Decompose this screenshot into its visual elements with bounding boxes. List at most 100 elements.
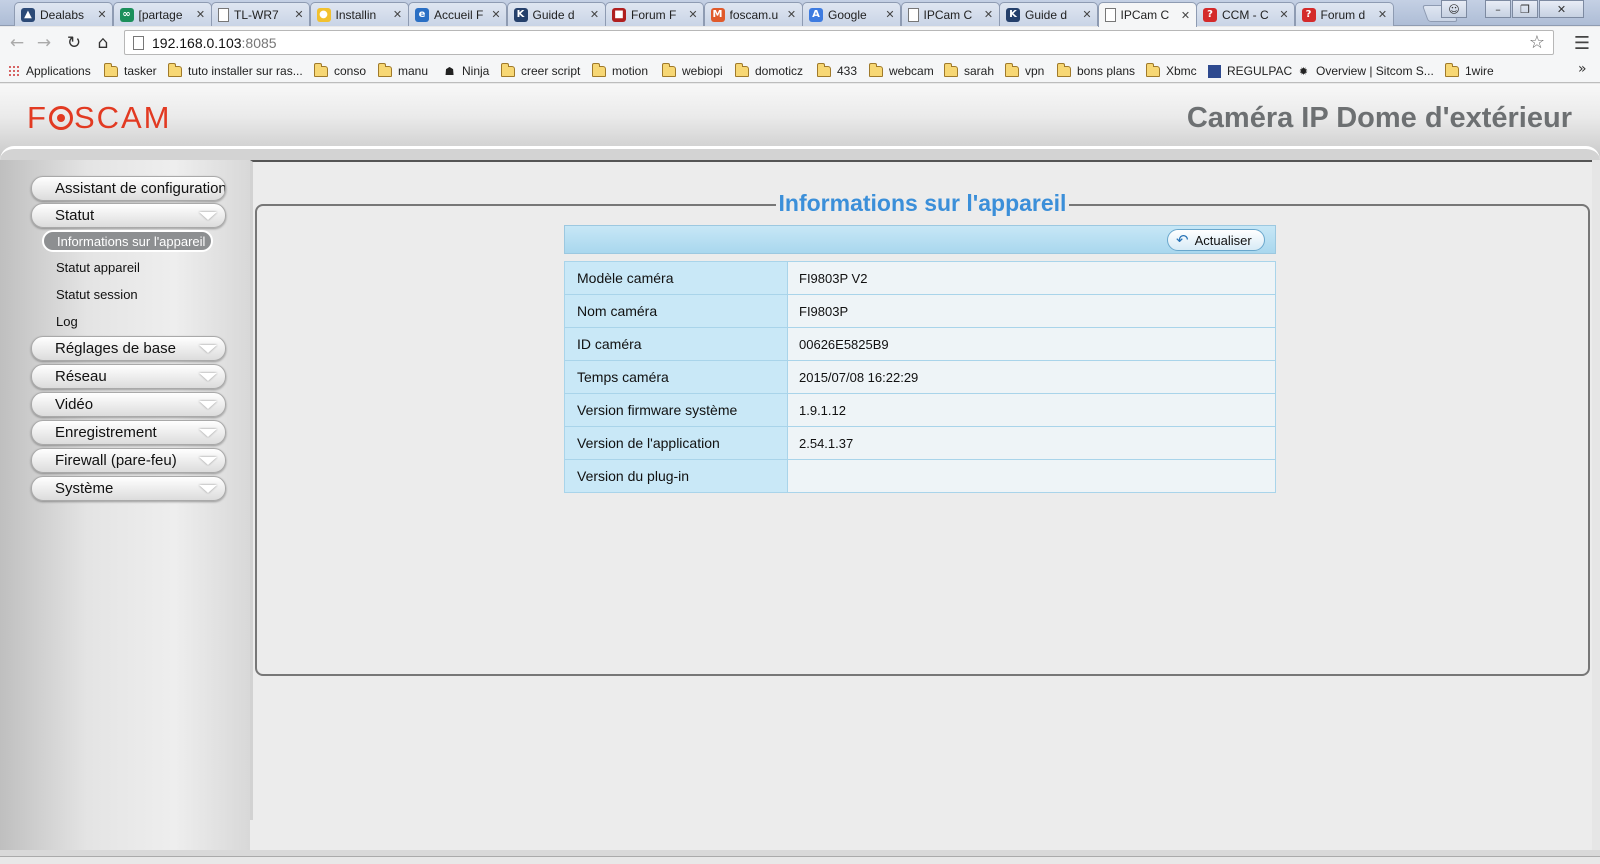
bookmark-item[interactable]: tuto installer sur ras... — [168, 62, 303, 80]
browser-tab[interactable]: TL-WR7 ✕ — [211, 2, 310, 26]
bookmark-item[interactable]: sarah — [944, 62, 994, 80]
table-row: ID caméra 00626E5825B9 — [564, 327, 1276, 361]
tab-title: TL-WR7 — [234, 7, 279, 22]
bookmark-item[interactable]: ☗ Ninja — [443, 62, 490, 80]
submenu-statut-appareil[interactable]: Statut appareil — [56, 260, 140, 275]
more-bookmarks-icon[interactable]: » — [1578, 61, 1587, 77]
close-tab-icon[interactable]: ✕ — [1180, 9, 1192, 22]
bookmark-item[interactable]: tasker — [104, 62, 157, 80]
browser-tab[interactable]: IPCam C ✕ — [900, 2, 1000, 26]
restore-icon[interactable]: ❐ — [1512, 0, 1538, 18]
menu-enregistrement[interactable]: Enregistrement — [31, 420, 226, 445]
panel-title-wrap: Informations sur l'appareil — [257, 190, 1588, 217]
close-tab-icon[interactable]: ✕ — [392, 8, 404, 21]
menu-reglages-de-base[interactable]: Réglages de base — [31, 336, 226, 361]
bookmark-item[interactable]: Applications — [8, 62, 91, 80]
folder-icon — [314, 62, 328, 77]
close-tab-icon[interactable]: ✕ — [195, 8, 207, 21]
help-icon: ? — [1203, 7, 1217, 22]
menu-firewall[interactable]: Firewall (pare-feu) — [31, 448, 226, 473]
reload-icon[interactable]: ↻ — [62, 31, 86, 55]
row-key: Nom caméra — [564, 294, 788, 328]
close-tab-icon[interactable]: ✕ — [293, 8, 305, 21]
bookmark-item[interactable]: manu — [378, 62, 428, 80]
bookmark-label: domoticz — [755, 64, 804, 78]
browser-tab[interactable]: K Guide d ✕ — [999, 2, 1098, 26]
menu-label: Vidéo — [55, 396, 94, 413]
menu-systeme[interactable]: Système — [31, 476, 226, 501]
menu-icon[interactable]: ☰ — [1570, 31, 1594, 55]
bookmark-label: Ninja — [462, 64, 490, 78]
bookmark-label: Overview | Sitcom S... — [1316, 64, 1434, 78]
refresh-button[interactable]: ↶ Actualiser — [1167, 229, 1265, 251]
tab-title: IPCam C — [923, 7, 973, 22]
close-tab-icon[interactable]: ✕ — [490, 8, 502, 21]
close-tab-icon[interactable]: ✕ — [1278, 8, 1290, 21]
minimize-icon[interactable]: – — [1485, 0, 1511, 18]
browser-tab[interactable]: e Accueil F ✕ — [408, 2, 507, 26]
sidebar: Assistant de configuration Statut Inform… — [0, 160, 250, 850]
browser-tab[interactable]: ? Forum d ✕ — [1294, 2, 1394, 26]
folder-icon — [1005, 62, 1019, 77]
browser-tab[interactable]: A Google ✕ — [802, 2, 901, 26]
close-tab-icon[interactable]: ✕ — [786, 8, 798, 21]
forward-icon[interactable]: → — [32, 31, 56, 55]
bookmark-item[interactable]: conso — [314, 62, 366, 80]
address-bar[interactable]: 192.168.0.103:8085 ☆ — [124, 30, 1554, 55]
browser-tab[interactable]: ■ Forum F ✕ — [605, 2, 704, 26]
close-tab-icon[interactable]: ✕ — [983, 8, 995, 21]
bookmark-label: 433 — [837, 64, 858, 78]
bookmark-item[interactable]: 1wire — [1445, 62, 1494, 80]
close-tab-icon[interactable]: ✕ — [589, 8, 601, 21]
tab-title: Forum F — [631, 7, 677, 22]
back-icon[interactable]: ← — [5, 31, 29, 55]
bookmark-label: vpn — [1025, 64, 1045, 78]
bookmark-item[interactable]: webiopi — [662, 62, 723, 80]
k-icon: K — [513, 7, 528, 22]
close-tab-icon[interactable]: ✕ — [687, 8, 699, 21]
taskbar-strip — [0, 856, 1600, 864]
submenu-statut-session[interactable]: Statut session — [56, 287, 138, 302]
browser-tab[interactable]: IPCam C ✕ — [1097, 2, 1197, 27]
tab-title: [partage — [138, 7, 183, 22]
menu-assistant-configuration[interactable]: Assistant de configuration — [31, 176, 226, 201]
menu-reseau[interactable]: Réseau — [31, 364, 226, 389]
row-key: Version du plug-in — [564, 459, 788, 493]
browser-tab[interactable]: Mfoscam.u ✕ — [703, 2, 803, 26]
help-icon: ? — [1301, 7, 1316, 22]
browser-tab[interactable]: ∞ [partage ✕ — [112, 2, 212, 26]
bookmark-item[interactable]: creer script — [501, 62, 580, 80]
close-window-icon[interactable]: ✕ — [1539, 0, 1584, 18]
table-row: Temps caméra 2015/07/08 16:22:29 — [564, 360, 1276, 394]
close-tab-icon[interactable]: ✕ — [1081, 8, 1093, 21]
close-tab-icon[interactable]: ✕ — [1377, 8, 1389, 21]
close-tab-icon[interactable]: ✕ — [96, 8, 108, 21]
browser-tab[interactable]: ● Installin ✕ — [309, 2, 409, 26]
home-icon[interactable]: ⌂ — [91, 31, 115, 55]
submenu-label: Informations sur l'appareil — [57, 233, 206, 249]
bookmark-item[interactable]: ✹ Overview | Sitcom S... — [1297, 62, 1434, 80]
bookmark-item[interactable]: REGULPAC — [1208, 62, 1292, 80]
menu-statut[interactable]: Statut — [31, 203, 226, 228]
menu-label: Enregistrement — [55, 424, 157, 441]
submenu-informations-appareil[interactable]: Informations sur l'appareil — [42, 230, 213, 252]
menu-video[interactable]: Vidéo — [31, 392, 226, 417]
bookmark-item[interactable]: Xbmc — [1146, 62, 1197, 80]
bookmark-item[interactable]: webcam — [869, 62, 934, 80]
bookmark-label: bons plans — [1077, 64, 1136, 78]
bookmark-label: conso — [334, 64, 367, 78]
browser-tab[interactable]: K Guide d ✕ — [506, 2, 606, 26]
bookmark-star-icon[interactable]: ☆ — [1529, 32, 1545, 53]
bookmark-item[interactable]: bons plans — [1057, 62, 1135, 80]
row-value: 00626E5825B9 — [787, 327, 1276, 361]
camera-web-ui: F SCAM Caméra IP Dome d'extérieur Assista… — [0, 84, 1600, 864]
browser-tab[interactable]: ▲ Dealabs ✕ — [14, 2, 113, 26]
browser-tab[interactable]: ? CCM - C ✕ — [1196, 2, 1295, 26]
user-icon[interactable]: ☺ — [1441, 0, 1467, 18]
bookmark-item[interactable]: 433 — [817, 62, 857, 80]
bookmark-item[interactable]: motion — [592, 62, 648, 80]
bookmark-item[interactable]: domoticz — [735, 62, 803, 80]
bookmark-item[interactable]: vpn — [1005, 62, 1044, 80]
close-tab-icon[interactable]: ✕ — [884, 8, 896, 21]
submenu-log[interactable]: Log — [56, 314, 78, 329]
